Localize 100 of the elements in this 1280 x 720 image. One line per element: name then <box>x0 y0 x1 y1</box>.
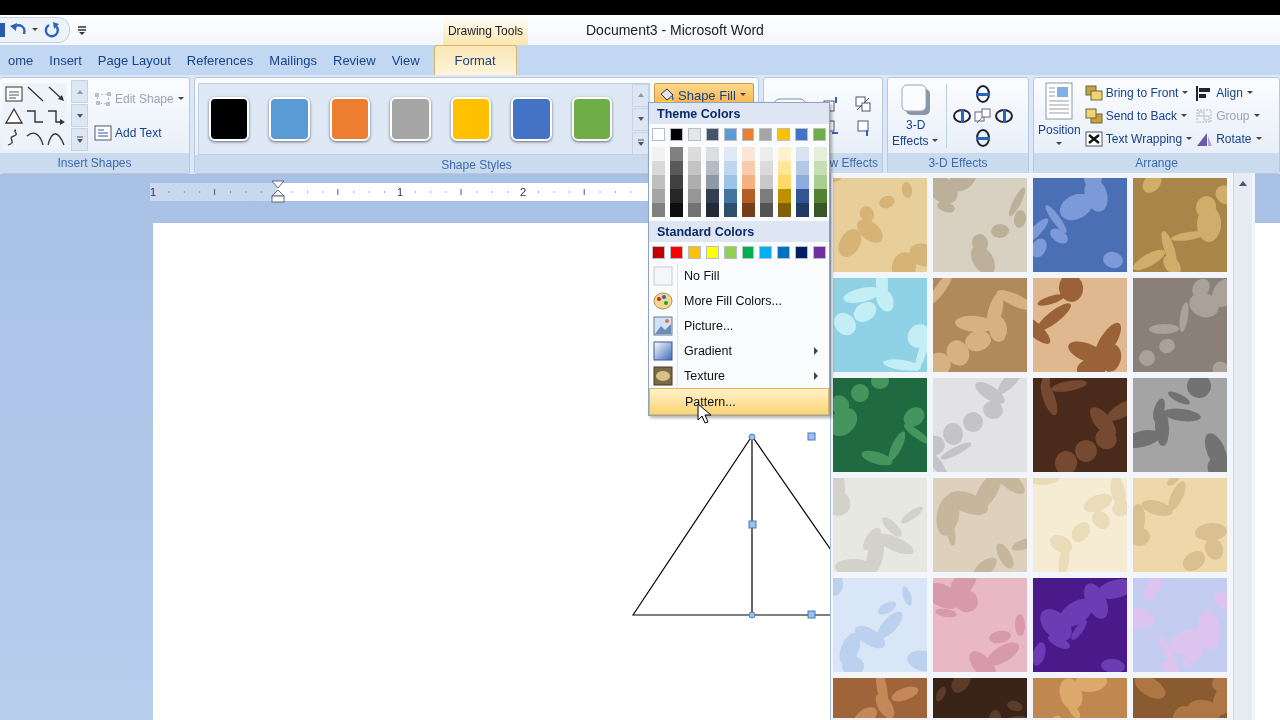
color-swatch[interactable] <box>778 161 791 175</box>
ribbon-tab[interactable]: ome <box>0 46 42 75</box>
color-swatch[interactable] <box>652 161 665 175</box>
command-button[interactable]: Text Wrapping <box>1084 128 1194 149</box>
color-swatch[interactable] <box>688 147 701 161</box>
ribbon-tab[interactable]: Format <box>433 45 517 75</box>
color-swatch[interactable] <box>778 175 791 189</box>
color-swatch[interactable] <box>688 161 701 175</box>
customize-toolbar-icon[interactable] <box>76 24 88 36</box>
color-swatch[interactable] <box>760 175 773 189</box>
menu-item[interactable]: No Fill <box>649 263 829 288</box>
color-swatch[interactable] <box>742 147 755 161</box>
selection-handle[interactable] <box>748 611 756 619</box>
color-swatch[interactable] <box>814 203 827 217</box>
color-swatch[interactable] <box>742 203 755 217</box>
ribbon-tab[interactable]: Mailings <box>261 46 325 75</box>
command-button[interactable]: Rotate <box>1195 128 1263 149</box>
color-swatch[interactable] <box>724 147 737 161</box>
color-swatch[interactable] <box>687 246 701 259</box>
menu-item[interactable]: Picture... <box>649 313 829 338</box>
color-swatch[interactable] <box>688 203 701 217</box>
color-swatch[interactable] <box>724 189 737 203</box>
color-swatch[interactable] <box>670 189 683 203</box>
color-swatch[interactable] <box>814 175 827 189</box>
color-swatch[interactable] <box>705 246 719 259</box>
scrollbar[interactable] <box>1233 173 1252 720</box>
color-swatch[interactable] <box>723 128 737 141</box>
color-swatch[interactable] <box>796 175 809 189</box>
scroll-up-arrow-icon[interactable] <box>1238 179 1248 187</box>
ribbon-tab[interactable]: View <box>383 46 428 75</box>
ribbon-tab[interactable]: Review <box>325 46 384 75</box>
menu-item[interactable]: More Fill Colors... <box>649 288 829 313</box>
color-swatch[interactable] <box>796 147 809 161</box>
shape-style-swatch[interactable] <box>209 97 250 141</box>
color-swatch[interactable] <box>669 128 683 141</box>
color-swatch[interactable] <box>814 189 827 203</box>
color-swatch[interactable] <box>724 175 737 189</box>
color-swatch[interactable] <box>670 175 683 189</box>
color-swatch[interactable] <box>724 203 737 217</box>
menu-item[interactable]: Pattern... <box>649 388 829 415</box>
shape-style-swatch[interactable] <box>269 97 310 141</box>
shape-style-swatch[interactable] <box>511 97 552 141</box>
color-swatch[interactable] <box>706 189 719 203</box>
color-swatch[interactable] <box>652 128 665 141</box>
color-swatch[interactable] <box>778 189 791 203</box>
color-swatch[interactable] <box>760 161 773 175</box>
redo-icon[interactable] <box>43 21 61 39</box>
color-swatch[interactable] <box>742 161 755 175</box>
color-swatch[interactable] <box>759 128 773 141</box>
color-swatch[interactable] <box>670 203 683 217</box>
color-swatch[interactable] <box>724 161 737 175</box>
color-swatch[interactable] <box>705 128 719 141</box>
color-swatch[interactable] <box>777 246 791 259</box>
color-swatch[interactable] <box>814 147 827 161</box>
color-swatch[interactable] <box>742 189 755 203</box>
color-swatch[interactable] <box>670 147 683 161</box>
color-swatch[interactable] <box>814 161 827 175</box>
selection-handle[interactable] <box>807 610 816 619</box>
shape-style-swatch[interactable] <box>329 97 371 141</box>
indent-marker-icon[interactable] <box>271 180 285 204</box>
ribbon-tab[interactable]: Page Layout <box>89 46 179 75</box>
color-swatch[interactable] <box>723 246 737 259</box>
color-swatch[interactable] <box>813 128 827 141</box>
caret-icon[interactable] <box>31 26 39 34</box>
shape-style-swatch[interactable] <box>450 97 492 141</box>
menu-item[interactable]: Gradient <box>649 338 829 363</box>
color-swatch[interactable] <box>652 147 665 161</box>
more-button[interactable] <box>71 128 88 151</box>
color-swatch[interactable] <box>670 161 683 175</box>
position-button[interactable]: Position <box>1036 81 1083 150</box>
scroll-up-button[interactable] <box>71 80 88 103</box>
color-swatch[interactable] <box>760 203 773 217</box>
color-swatch[interactable] <box>759 246 773 259</box>
scroll-up-button[interactable] <box>632 83 649 107</box>
command-button[interactable]: Bring to Front <box>1084 82 1194 103</box>
color-swatch[interactable] <box>796 203 809 217</box>
color-swatch[interactable] <box>795 128 809 141</box>
color-swatch[interactable] <box>813 246 827 259</box>
command-button[interactable]: Add Text <box>94 122 185 143</box>
color-swatch[interactable] <box>796 189 809 203</box>
color-swatch[interactable] <box>795 246 809 259</box>
color-swatch[interactable] <box>688 175 701 189</box>
shape-style-swatch[interactable] <box>571 97 612 141</box>
color-swatch[interactable] <box>741 246 755 259</box>
command-button[interactable]: Send to Back <box>1084 105 1194 126</box>
color-swatch[interactable] <box>760 147 773 161</box>
selection-handle[interactable] <box>748 433 756 441</box>
3d-effects-button[interactable]: 3-D Effects <box>890 80 942 151</box>
color-swatch[interactable] <box>777 128 791 141</box>
shadow-toggle-icon[interactable] <box>855 95 871 112</box>
selection-handle[interactable] <box>748 520 757 529</box>
color-swatch[interactable] <box>706 203 719 217</box>
scroll-down-button[interactable] <box>71 104 88 127</box>
3d-toggle-icon[interactable] <box>973 105 994 126</box>
color-swatch[interactable] <box>778 203 791 217</box>
color-swatch[interactable] <box>796 161 809 175</box>
command-button[interactable]: Align <box>1195 82 1263 103</box>
color-swatch[interactable] <box>652 203 665 217</box>
color-swatch[interactable] <box>669 246 683 259</box>
color-swatch[interactable] <box>741 128 755 141</box>
